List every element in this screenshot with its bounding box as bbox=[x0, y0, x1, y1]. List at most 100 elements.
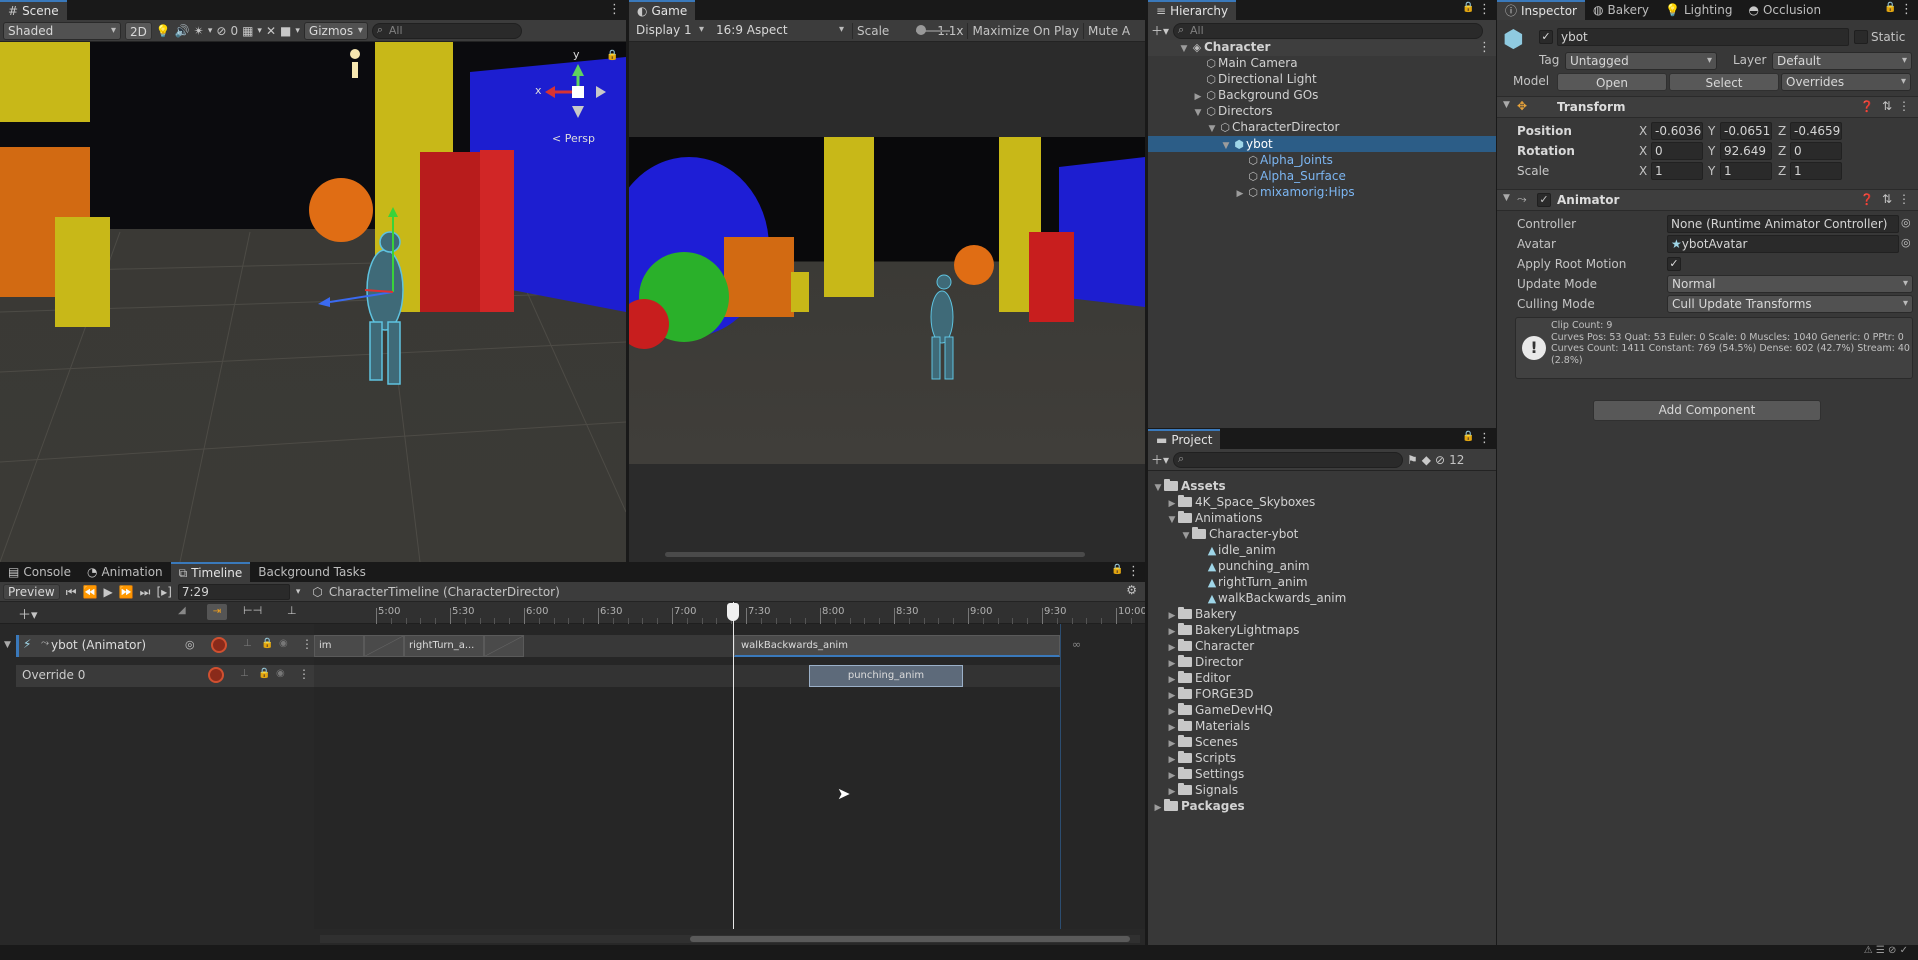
chevron-down-icon[interactable]: ▾ bbox=[208, 23, 213, 39]
position-y-input[interactable]: -0.065159 bbox=[1720, 122, 1772, 140]
fold-arrow-icon[interactable]: ▼ bbox=[1192, 105, 1204, 121]
tab-background-tasks[interactable]: Background Tasks bbox=[250, 562, 374, 582]
create-plus-icon[interactable]: ＋▾ bbox=[1151, 452, 1169, 468]
project-item[interactable]: ▶ 4K_Space_Skyboxes bbox=[1166, 494, 1315, 510]
project-item[interactable]: ▶ BakeryLightmaps bbox=[1166, 622, 1299, 638]
goto-end-icon[interactable]: ⏭ bbox=[140, 584, 151, 600]
scene-search-input[interactable]: All bbox=[371, 22, 522, 39]
select-model-button[interactable]: Select bbox=[1669, 73, 1779, 91]
scale-x-input[interactable]: 1 bbox=[1651, 162, 1703, 180]
tab-hierarchy[interactable]: ≡ Hierarchy bbox=[1148, 0, 1237, 20]
fold-arrow-icon[interactable]: ▼ bbox=[1503, 193, 1510, 203]
track-collapse-icon[interactable]: ▼ bbox=[4, 640, 11, 650]
object-picker-icon[interactable]: ◎ bbox=[185, 638, 195, 651]
project-item[interactable]: ▲ rightTurn_anim bbox=[1194, 574, 1308, 590]
pin-icon[interactable]: ⊥ bbox=[240, 668, 249, 679]
project-item[interactable]: ▼ Character-ybot bbox=[1180, 526, 1298, 542]
hierarchy-item-character[interactable]: ▼ ◈ Character bbox=[1178, 39, 1271, 55]
mute-audio-toggle[interactable]: Mute A bbox=[1088, 24, 1130, 38]
position-x-input[interactable]: -0.603656 bbox=[1651, 122, 1703, 140]
hierarchy-menu-icon[interactable]: ⋮ bbox=[1478, 2, 1491, 17]
update-mode-dropdown[interactable]: Normal bbox=[1667, 275, 1913, 293]
shading-mode-dropdown[interactable]: Shaded bbox=[3, 21, 121, 40]
hierarchy-item-main-camera[interactable]: ⬡ Main Camera bbox=[1192, 55, 1297, 71]
timeline-lock-icon[interactable]: 🔒 bbox=[1111, 564, 1123, 575]
apply-root-motion-checkbox[interactable]: ✓ bbox=[1667, 257, 1681, 271]
fold-arrow-icon[interactable]: ▼ bbox=[1166, 512, 1178, 528]
play-icon[interactable]: ▶ bbox=[103, 584, 112, 600]
project-item[interactable]: ▲ idle_anim bbox=[1194, 542, 1276, 558]
inspector-menu-icon[interactable]: ⋮ bbox=[1900, 2, 1913, 17]
hidden-objects-icon[interactable]: ⊘ bbox=[216, 23, 226, 39]
toggle-2d-button[interactable]: 2D bbox=[125, 21, 152, 40]
hierarchy-item-mixamorig-hips[interactable]: ▶ ⬡ mixamorig:Hips bbox=[1234, 184, 1355, 200]
chevron-down-icon[interactable]: ▾ bbox=[295, 23, 300, 39]
project-item[interactable]: ▶ Materials bbox=[1166, 718, 1250, 734]
project-item[interactable]: ▶ FORGE3D bbox=[1166, 686, 1253, 702]
timeline-clip-blend[interactable] bbox=[364, 635, 404, 657]
lighting-toggle-icon[interactable]: 💡 bbox=[156, 23, 171, 39]
project-item[interactable]: ▶ Scripts bbox=[1166, 750, 1236, 766]
audio-toggle-icon[interactable]: 🔊 bbox=[175, 23, 190, 39]
next-frame-icon[interactable]: ⏩ bbox=[119, 584, 134, 600]
pin-icon[interactable]: ⊥ bbox=[243, 638, 252, 649]
fold-arrow-icon[interactable]: ▶ bbox=[1234, 186, 1246, 202]
chevron-down-icon[interactable]: ▾ bbox=[296, 584, 301, 600]
tab-bakery[interactable]: ◍ Bakery bbox=[1585, 0, 1657, 20]
static-checkbox[interactable] bbox=[1854, 30, 1868, 44]
effects-toggle-icon[interactable]: ✴ bbox=[194, 23, 204, 39]
fold-arrow-icon[interactable]: ▼ bbox=[1206, 121, 1218, 137]
rotation-x-input[interactable]: 0 bbox=[1651, 142, 1703, 160]
aspect-dropdown[interactable]: 16:9 Aspect bbox=[712, 22, 848, 40]
scale-z-input[interactable]: 1 bbox=[1790, 162, 1842, 180]
track-visibility-icon[interactable]: ◉ bbox=[279, 638, 288, 649]
tab-scene[interactable]: # Scene bbox=[0, 0, 67, 20]
timeline-clip-idle[interactable]: im bbox=[314, 635, 364, 657]
snap-icon[interactable]: ◢ bbox=[178, 605, 186, 616]
track-lock-icon[interactable]: 🔒 bbox=[258, 668, 270, 679]
search-by-type-icon[interactable]: ⚑ bbox=[1407, 452, 1418, 468]
play-range-icon[interactable]: [▸] bbox=[156, 584, 171, 600]
rotation-z-input[interactable]: 0 bbox=[1790, 142, 1842, 160]
marker-pin-icon[interactable]: ⊥ bbox=[287, 604, 297, 617]
gizmos-dropdown[interactable]: Gizmos bbox=[303, 21, 368, 40]
animator-header[interactable]: ▼ ⤳ ✓ Animator ❓ ⇅ ⋮ bbox=[1497, 189, 1918, 211]
hidden-packages-icon[interactable]: ⊘ bbox=[1435, 452, 1445, 468]
lock-icon[interactable]: 🔒 bbox=[606, 50, 618, 61]
camera-icon[interactable]: ■ bbox=[280, 23, 291, 39]
project-item[interactable]: ▶ Bakery bbox=[1166, 606, 1237, 622]
game-horizontal-scrollbar[interactable] bbox=[665, 552, 1085, 557]
scene-viewport[interactable]: y x 🔒 < Persp bbox=[0, 42, 626, 562]
project-item[interactable]: ▶ Signals bbox=[1166, 782, 1238, 798]
presets-icon[interactable]: ⇅ bbox=[1882, 192, 1892, 206]
tab-inspector[interactable]: ⓘ Inspector bbox=[1497, 0, 1585, 20]
fold-arrow-icon[interactable]: ▶ bbox=[1152, 800, 1164, 816]
project-item[interactable]: ▶ GameDevHQ bbox=[1166, 702, 1273, 718]
tab-game[interactable]: ◐ Game bbox=[629, 0, 696, 20]
preview-button[interactable]: Preview bbox=[3, 583, 60, 600]
project-item[interactable]: ▶ Editor bbox=[1166, 670, 1231, 686]
project-search-input[interactable] bbox=[1173, 451, 1404, 468]
object-picker-icon[interactable]: ◎ bbox=[1901, 236, 1911, 249]
hierarchy-lock-icon[interactable]: 🔒 bbox=[1462, 2, 1474, 13]
current-time-input[interactable]: 7:29 bbox=[177, 583, 290, 600]
previous-frame-icon[interactable]: ⏪ bbox=[83, 584, 98, 600]
fold-arrow-icon[interactable]: ▼ bbox=[1180, 528, 1192, 544]
maximize-on-play-toggle[interactable]: Maximize On Play bbox=[972, 24, 1079, 38]
scale-y-input[interactable]: 1 bbox=[1720, 162, 1772, 180]
object-picker-icon[interactable]: ◎ bbox=[1901, 216, 1911, 229]
position-z-input[interactable]: -0.465929 bbox=[1790, 122, 1842, 140]
scene-row-menu-icon[interactable]: ⋮ bbox=[1478, 40, 1491, 55]
project-item[interactable]: ▶ Scenes bbox=[1166, 734, 1238, 750]
tools-icon[interactable]: ✕ bbox=[266, 23, 276, 39]
record-button-icon[interactable] bbox=[211, 637, 227, 653]
project-item[interactable]: ▶ Settings bbox=[1166, 766, 1244, 782]
presets-icon[interactable]: ⇅ bbox=[1882, 99, 1892, 113]
project-menu-icon[interactable]: ⋮ bbox=[1478, 431, 1491, 446]
tag-dropdown[interactable]: Untagged bbox=[1565, 52, 1717, 70]
component-menu-icon[interactable]: ⋮ bbox=[1898, 192, 1910, 206]
fold-arrow-icon[interactable]: ▼ bbox=[1220, 138, 1232, 154]
tab-console[interactable]: ▤ Console bbox=[0, 562, 79, 582]
avatar-field[interactable]: ★ybotAvatar bbox=[1667, 235, 1899, 253]
hierarchy-item-directional-light[interactable]: ⬡ Directional Light bbox=[1192, 71, 1316, 87]
